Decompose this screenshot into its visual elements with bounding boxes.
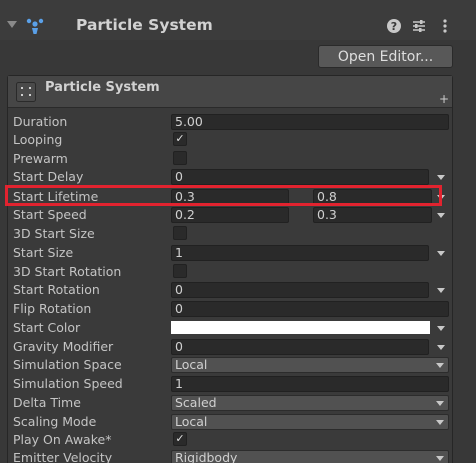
start-delay-input[interactable]: 0 <box>171 169 429 185</box>
property-row-duration: Duration 5.00 <box>13 113 473 131</box>
property-label: Simulation Space <box>13 357 122 372</box>
foldout-arrow-icon[interactable] <box>7 21 17 28</box>
component-header[interactable]: Particle System ? <box>0 0 476 40</box>
flip-rotation-input[interactable]: 0 <box>171 301 449 317</box>
property-row-start-color: Start Color <box>13 319 473 337</box>
svg-text:?: ? <box>391 20 397 33</box>
property-row-looping: Looping ✓ <box>13 131 473 149</box>
start-rotation-input[interactable]: 0 <box>171 282 429 298</box>
module-icon <box>16 82 36 102</box>
property-row-start-speed: Start Speed 0.2 0.3 <box>13 206 473 224</box>
3d-start-rotation-checkbox[interactable] <box>173 264 187 278</box>
chevron-down-icon <box>436 456 444 461</box>
play-on-awake-checkbox[interactable]: ✓ <box>173 432 187 446</box>
curve-mode-dropdown-icon[interactable] <box>437 251 445 256</box>
curve-mode-dropdown-icon[interactable] <box>437 213 445 218</box>
property-row-flip-rotation: Flip Rotation 0 <box>13 300 473 318</box>
start-color-swatch[interactable] <box>171 321 430 334</box>
gravity-modifier-input[interactable]: 0 <box>171 339 429 355</box>
looping-checkbox[interactable]: ✓ <box>173 132 187 146</box>
property-label: Start Color <box>13 320 81 335</box>
open-editor-button[interactable]: Open Editor... <box>318 45 453 68</box>
preset-icon[interactable] <box>411 18 427 34</box>
simulation-speed-input[interactable]: 1 <box>171 376 449 392</box>
start-size-input[interactable]: 1 <box>171 245 429 261</box>
property-row-start-size: Start Size 1 <box>13 244 473 262</box>
module-title: Particle System <box>45 80 160 95</box>
curve-mode-dropdown-icon[interactable] <box>437 175 445 180</box>
property-row-3d-start-rotation: 3D Start Rotation <box>13 263 473 281</box>
property-label: 3D Start Rotation <box>13 264 122 279</box>
property-row-3d-start-size: 3D Start Size <box>13 225 473 243</box>
property-label: Flip Rotation <box>13 301 92 316</box>
property-label: 3D Start Size <box>13 226 95 241</box>
property-row-start-rotation: Start Rotation 0 <box>13 281 473 299</box>
simulation-space-dropdown[interactable]: Local <box>171 357 449 373</box>
scaling-mode-dropdown[interactable]: Local <box>171 414 449 430</box>
property-label: Delta Time <box>13 395 81 410</box>
start-speed-min-input[interactable]: 0.2 <box>171 207 289 223</box>
chevron-down-icon <box>436 420 444 425</box>
property-label: Duration <box>13 114 68 129</box>
property-row-scaling-mode: Scaling Mode Local <box>13 413 473 431</box>
emitter-velocity-dropdown[interactable]: Rigidbody <box>171 450 449 463</box>
help-icon[interactable]: ? <box>386 18 402 34</box>
property-label: Start Rotation <box>13 282 100 297</box>
property-label: Gravity Modifier <box>13 339 114 354</box>
delta-time-dropdown[interactable]: Scaled <box>171 395 449 411</box>
color-mode-dropdown-icon[interactable] <box>437 326 445 331</box>
3d-start-size-checkbox[interactable] <box>173 226 187 240</box>
property-label: Start Delay <box>13 169 84 184</box>
prewarm-checkbox[interactable] <box>173 151 187 165</box>
inspector-panel: Particle System ? Open Editor... Particl… <box>0 0 476 463</box>
property-row-play-on-awake: Play On Awake* ✓ <box>13 431 473 449</box>
property-label: Prewarm <box>13 151 68 166</box>
curve-mode-dropdown-icon[interactable] <box>437 288 445 293</box>
particle-system-icon <box>26 18 44 34</box>
property-row-gravity-modifier: Gravity Modifier 0 <box>13 338 473 356</box>
component-title: Particle System <box>76 16 213 34</box>
start-speed-max-input[interactable]: 0.3 <box>313 207 432 223</box>
highlight-box <box>5 185 442 206</box>
property-label: Start Speed <box>13 207 87 222</box>
property-row-emitter-velocity: Emitter Velocity Rigidbody <box>13 449 473 463</box>
property-row-simulation-speed: Simulation Speed 1 <box>13 375 473 393</box>
module-header[interactable]: Particle System + <box>8 76 452 108</box>
property-label: Looping <box>13 132 63 147</box>
property-row-simulation-space: Simulation Space Local <box>13 356 473 374</box>
chevron-down-icon <box>436 401 444 406</box>
property-label: Scaling Mode <box>13 414 97 429</box>
property-row-start-delay: Start Delay 0 <box>13 168 473 186</box>
duration-input[interactable]: 5.00 <box>171 114 449 130</box>
curve-mode-dropdown-icon[interactable] <box>437 345 445 350</box>
add-module-plus-icon[interactable]: + <box>439 93 449 105</box>
property-row-prewarm: Prewarm <box>13 150 473 168</box>
property-label: Start Size <box>13 245 74 260</box>
property-label: Play On Awake* <box>13 432 112 447</box>
property-row-delta-time: Delta Time Scaled <box>13 394 473 412</box>
property-label: Emitter Velocity <box>13 450 113 463</box>
more-options-icon[interactable] <box>437 18 453 34</box>
property-label: Simulation Speed <box>13 376 123 391</box>
chevron-down-icon <box>436 363 444 368</box>
